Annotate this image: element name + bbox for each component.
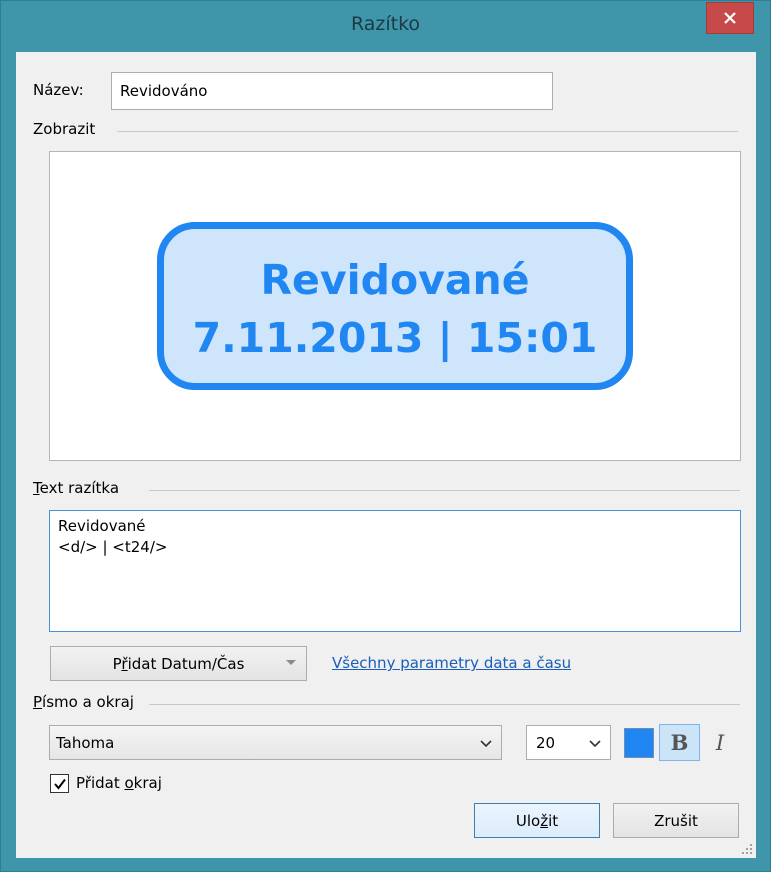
title-bar[interactable]: Razítko — [1, 1, 770, 51]
cancel-button[interactable]: Zrušit — [613, 803, 739, 838]
dropdown-arrow-icon — [286, 660, 296, 665]
font-size-value: 20 — [536, 733, 556, 752]
chevron-down-icon — [480, 740, 492, 748]
font-border-section-accel: P — [33, 693, 43, 711]
stamp-text-section-rest: ext razítka — [39, 479, 120, 497]
stamp-text-input[interactable]: Revidované <d/> | <t24/> — [49, 510, 741, 632]
add-border-rest: kraj — [133, 774, 162, 792]
save-rest: it — [548, 811, 559, 830]
stamp-text-section-label: Text razítka — [33, 479, 119, 497]
close-button[interactable] — [706, 2, 754, 34]
color-picker-button[interactable] — [624, 728, 654, 758]
checkmark-icon — [53, 778, 66, 790]
font-select-value: Tahoma — [56, 733, 115, 752]
stamp-text-line1: Revidované — [58, 517, 146, 535]
stamp-preview-line2: 7.11.2013 | 15:01 — [192, 314, 598, 362]
font-select[interactable]: Tahoma — [49, 725, 502, 760]
font-border-separator — [149, 704, 740, 705]
bold-toggle-button[interactable]: B — [659, 724, 700, 761]
add-border-prefix: Přidat — [76, 774, 125, 792]
add-datetime-label: Přidat Datum/Čas — [113, 655, 245, 673]
italic-toggle-button[interactable]: I — [704, 724, 736, 761]
add-border-label[interactable]: Přidat okraj — [76, 774, 162, 792]
window-title: Razítko — [350, 13, 421, 35]
name-label: Název: — [33, 81, 84, 99]
add-datetime-rest: idat Datum/Čas — [127, 654, 245, 673]
stamp-preview: Revidované 7.11.2013 | 15:01 — [49, 151, 741, 461]
stamp-dialog: Razítko Název: Zobrazit Revidované 7.11.… — [0, 0, 771, 872]
save-button[interactable]: Ulo ž it — [474, 803, 600, 838]
add-border-accel: o — [124, 774, 134, 792]
add-border-checkbox[interactable] — [50, 774, 69, 793]
stamp-text-line2: <d/> | <t24/> — [58, 538, 168, 556]
close-icon — [724, 12, 736, 24]
stamp-text-section-accel: T — [33, 479, 40, 497]
save-prefix: Ulo — [515, 811, 541, 830]
add-datetime-button[interactable]: Přidat Datum/Čas — [50, 646, 307, 681]
save-accel: ž — [540, 811, 549, 830]
dialog-body: Název: Zobrazit Revidované 7.11.2013 | 1… — [16, 52, 756, 858]
datetime-params-link[interactable]: Všechny parametry data a času — [332, 654, 571, 672]
stamp-text-separator — [149, 490, 740, 491]
stamp-preview-line1: Revidované — [260, 256, 530, 304]
preview-separator — [117, 131, 738, 132]
preview-section-label: Zobrazit — [33, 120, 96, 138]
resize-grip-icon[interactable] — [740, 842, 754, 856]
stamp-graphic: Revidované 7.11.2013 | 15:01 — [157, 222, 633, 390]
font-border-section-rest: ísmo a okraj — [42, 693, 134, 711]
font-size-select[interactable]: 20 — [526, 725, 611, 760]
name-input[interactable] — [111, 72, 553, 110]
chevron-down-icon — [589, 740, 601, 748]
font-border-section-label: Písmo a okraj — [33, 693, 134, 711]
